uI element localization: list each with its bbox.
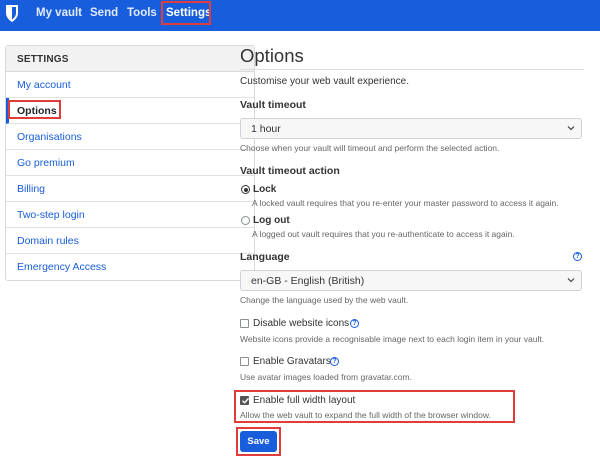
save-button[interactable]: Save	[240, 431, 277, 452]
options-highlight-box	[8, 100, 61, 119]
sidebar-item-billing[interactable]: Billing	[6, 176, 254, 202]
disable-website-icons-checkbox[interactable]	[240, 319, 249, 328]
vault-timeout-help: Choose when your vault will timeout and …	[240, 143, 500, 153]
nav-tools[interactable]: Tools	[127, 7, 157, 19]
language-help: Change the language used by the web vaul…	[240, 295, 409, 305]
lock-radio-label[interactable]: Lock	[253, 184, 276, 195]
sidebar-item-go-premium[interactable]: Go premium	[6, 150, 254, 176]
chevron-down-icon	[567, 278, 575, 283]
title-divider	[240, 69, 584, 70]
sidebar-item-emergency-access[interactable]: Emergency Access	[6, 254, 254, 280]
settings-sidebar: SETTINGS My account Options Organisation…	[5, 45, 255, 281]
enable-full-width-checkbox[interactable]	[240, 396, 250, 405]
website-icons-help: Website icons provide a recognisable ima…	[240, 334, 545, 344]
vault-timeout-value: 1 hour	[251, 123, 281, 135]
checkmark-icon	[242, 397, 250, 404]
enable-gravatars-checkbox[interactable]	[240, 357, 249, 366]
nav-my-vault[interactable]: My vault	[36, 7, 82, 19]
question-circle-icon[interactable]: ?	[573, 252, 582, 261]
gravatars-help: Use avatar images loaded from gravatar.c…	[240, 372, 412, 382]
language-select[interactable]: en-GB - English (British)	[240, 270, 582, 291]
nav-send[interactable]: Send	[90, 7, 118, 19]
sidebar-item-my-account[interactable]: My account	[6, 72, 254, 98]
sidebar-item-organisations[interactable]: Organisations	[6, 124, 254, 150]
shield-logo-icon[interactable]	[5, 4, 19, 23]
timeout-action-label: Vault timeout action	[240, 165, 340, 177]
enable-full-width-label[interactable]: Enable full width layout	[253, 395, 355, 406]
logout-radio[interactable]	[241, 216, 250, 225]
language-label: Language	[240, 251, 290, 263]
enable-gravatars-label[interactable]: Enable Gravatars	[253, 356, 331, 367]
vault-timeout-label: Vault timeout	[240, 99, 306, 111]
page-title: Options	[240, 45, 304, 66]
lock-help: A locked vault requires that you re-ente…	[252, 198, 559, 208]
top-nav-bar: My vault Send Tools Settings	[0, 0, 600, 31]
vault-timeout-select[interactable]: 1 hour	[240, 118, 582, 139]
question-circle-icon[interactable]: ?	[350, 319, 359, 328]
logout-radio-label[interactable]: Log out	[253, 215, 290, 226]
full-width-help: Allow the web vault to expand the full w…	[240, 410, 491, 420]
lock-radio[interactable]	[241, 185, 250, 194]
settings-highlight-box	[161, 1, 211, 25]
sidebar-item-two-step-login[interactable]: Two-step login	[6, 202, 254, 228]
sidebar-heading: SETTINGS	[6, 46, 254, 72]
logout-help: A logged out vault requires that you re-…	[252, 229, 515, 239]
chevron-down-icon	[567, 126, 575, 131]
disable-website-icons-label[interactable]: Disable website icons	[253, 318, 349, 329]
language-value: en-GB - English (British)	[251, 275, 365, 287]
question-circle-icon[interactable]: ?	[330, 357, 339, 366]
sidebar-item-domain-rules[interactable]: Domain rules	[6, 228, 254, 254]
page-subtitle: Customise your web vault experience.	[240, 76, 409, 87]
